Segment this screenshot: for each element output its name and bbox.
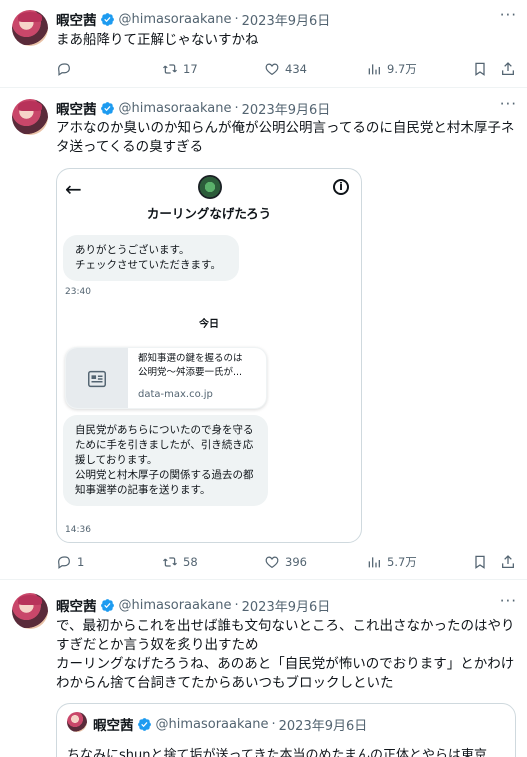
display-name[interactable]: 暇空茜 [56, 9, 97, 29]
link-title: 都知事選の鍵を握るのは 公明党～舛添要一氏が... [138, 353, 243, 378]
views-button[interactable]: 5.7万 [366, 554, 417, 570]
more-icon[interactable]: ··· [500, 592, 517, 610]
bookmark-button[interactable] [472, 554, 488, 570]
timestamp: 2023年9月6日 [278, 718, 368, 734]
reply-count: 1 [77, 555, 85, 569]
dm-title: カーリングなげたろう [146, 206, 272, 221]
reply-icon [56, 554, 72, 570]
share-icon [500, 554, 516, 570]
tweet-text: まあ船降りて正解じゃないすかね [56, 32, 259, 48]
back-arrow-icon: ← [65, 177, 82, 201]
avatar[interactable] [12, 593, 48, 629]
tweet-actions: 1 58 396 5.7万 [56, 552, 516, 572]
quote-tweet[interactable]: 暇空茜 @himasoraakane · 2023年9月6日 ちなみにshunと… [56, 703, 516, 757]
display-name: 暇空茜 [93, 718, 134, 734]
retweet-icon [162, 61, 178, 77]
views-icon [366, 554, 382, 570]
dm-message: ありがとうございます。 チェックさせていただきます。 [63, 235, 239, 281]
views-count: 5.7万 [387, 555, 417, 569]
timestamp[interactable]: 2023年9月6日 [242, 596, 331, 615]
separator-dot: · [234, 597, 239, 613]
handle[interactable]: @himasoraakane [119, 12, 232, 27]
quote-text: ちなみにshunと捨て垢が送ってきた本当のめたまんの正体とやらは東京 [67, 748, 488, 757]
retweet-count: 17 [183, 62, 198, 76]
views-button[interactable]: 9.7万 [366, 61, 417, 77]
dm-avatar [198, 175, 222, 199]
like-count: 434 [285, 62, 307, 76]
link-domain: data-max.co.jp [138, 389, 213, 400]
retweet-count: 58 [183, 555, 198, 569]
tweet-header: 暇空茜 @himasoraakane · 2023年9月6日 [56, 9, 331, 30]
share-button[interactable] [500, 61, 516, 77]
like-button[interactable]: 434 [264, 61, 307, 77]
timestamp[interactable]: 2023年9月6日 [242, 10, 331, 29]
tweet-text: アホなのか臭いのか知らんが俺が公明公明言ってるのに自民党と村木厚子ネタ送ってくる… [56, 120, 515, 155]
like-icon [264, 554, 280, 570]
tweet-header: 暇空茜 @himasoraakane · 2023年9月6日 [56, 98, 331, 119]
handle: @himasoraakane [155, 716, 269, 732]
like-button[interactable]: 396 [264, 554, 307, 570]
tweet[interactable]: 暇空茜 @himasoraakane · 2023年9月6日 ··· まあ船降り… [0, 0, 527, 88]
dm-message: 自民党があちらについたので身を守るために手を引きましたが、引き続き応援しておりま… [63, 415, 268, 506]
tweet-actions: 17 434 9.7万 [56, 59, 516, 79]
dm-timestamp: 23:40 [65, 287, 91, 297]
share-icon [500, 61, 516, 77]
timestamp[interactable]: 2023年9月6日 [242, 99, 331, 118]
reply-icon [56, 61, 72, 77]
retweet-button[interactable]: 58 [162, 554, 198, 570]
views-count: 9.7万 [387, 62, 417, 76]
retweet-icon [162, 554, 178, 570]
bookmark-icon [472, 61, 488, 77]
handle[interactable]: @himasoraakane [119, 101, 232, 116]
dm-timestamp: 14:36 [65, 525, 91, 535]
verified-badge-icon [100, 12, 115, 27]
like-icon [264, 61, 280, 77]
separator-dot: · [234, 100, 239, 116]
tweet-header: 暇空茜 @himasoraakane · 2023年9月6日 [56, 595, 331, 616]
display-name[interactable]: 暇空茜 [56, 595, 97, 615]
reply-button[interactable]: 1 [56, 554, 84, 570]
quote-header: 暇空茜 @himasoraakane · 2023年9月6日 [93, 714, 368, 735]
tweet-text: で、最初からこれを出せば誰も文句ないところ、これ出さなかったのはやりすぎだとか言… [56, 618, 515, 691]
bookmark-button[interactable] [472, 61, 488, 77]
avatar [67, 712, 87, 732]
verified-badge-icon [100, 598, 115, 613]
link-card: 都知事選の鍵を握るのは 公明党～舛添要一氏が... data-max.co.jp [65, 347, 267, 409]
article-icon [66, 348, 128, 408]
tweet[interactable]: 暇空茜 @himasoraakane · 2023年9月6日 ··· アホなのか… [0, 89, 527, 580]
share-button[interactable] [500, 554, 516, 570]
verified-badge-icon [100, 101, 115, 116]
dm-screenshot-image[interactable]: ← i カーリングなげたろう ありがとうございます。 チェックさせていただきます… [56, 168, 362, 543]
avatar[interactable] [12, 99, 48, 135]
info-icon: i [333, 179, 349, 195]
bookmark-icon [472, 554, 488, 570]
separator-dot: · [271, 716, 276, 732]
dm-date-divider: 今日 [199, 319, 219, 330]
verified-badge-icon [137, 717, 152, 732]
retweet-button[interactable]: 17 [162, 61, 198, 77]
more-icon[interactable]: ··· [500, 95, 517, 113]
more-icon[interactable]: ··· [500, 6, 517, 24]
display-name[interactable]: 暇空茜 [56, 98, 97, 118]
separator-dot: · [234, 11, 239, 27]
avatar[interactable] [12, 10, 48, 46]
reply-button[interactable] [56, 61, 77, 77]
like-count: 396 [285, 555, 307, 569]
handle[interactable]: @himasoraakane [119, 598, 232, 613]
views-icon [366, 61, 382, 77]
